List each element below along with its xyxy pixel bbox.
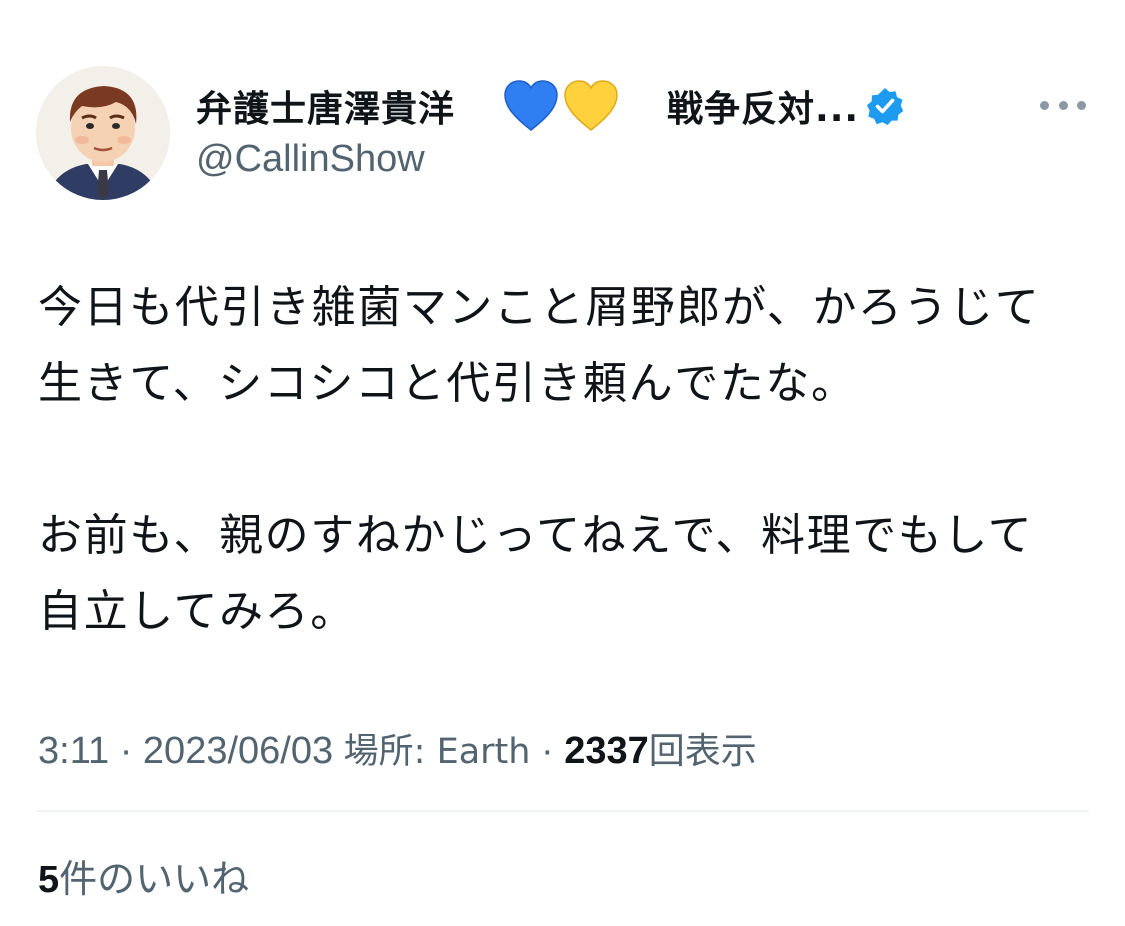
- divider: [36, 810, 1089, 812]
- user-handle[interactable]: @CallinShow: [196, 138, 425, 181]
- meta-separator: ·: [541, 730, 554, 772]
- tweet-line: 今日も代引き雑菌マンこと屑野郎が、かろうじて: [38, 282, 1041, 333]
- likes-label: 件のいいね: [59, 857, 250, 901]
- tweet-meta: 3:11 · 2023/06/03 場所: Earth · 2337回表示: [38, 722, 757, 774]
- yellow-heart-icon: [564, 80, 618, 131]
- tweet-line: 生きて、シコシコと代引き頼んでたな。: [38, 358, 857, 409]
- tweet-line: 自立してみろ。: [38, 586, 356, 637]
- likes-count: 5: [38, 859, 60, 901]
- blue-heart-icon: [504, 80, 558, 131]
- display-name: 弁護士唐澤貴洋: [196, 89, 456, 130]
- display-name-row[interactable]: 弁護士唐澤貴洋 戦争反対...: [196, 74, 905, 138]
- views-count[interactable]: 2337: [564, 730, 649, 772]
- heart-emojis: [503, 80, 623, 132]
- more-options-icon[interactable]: [1040, 98, 1086, 112]
- tweet-text: 今日も代引き雑菌マンこと屑野郎が、かろうじて 生きて、シコシコと代引き頼んでたな…: [38, 270, 1098, 650]
- views-label: 回表示: [648, 731, 757, 772]
- display-name-suffix: 戦争反対...: [667, 89, 860, 130]
- more-dot: [1040, 100, 1049, 110]
- tweet-time[interactable]: 3:11: [38, 730, 109, 772]
- tweet-place: 場所: Earth: [343, 732, 531, 772]
- verified-badge-icon: [865, 86, 905, 126]
- tweet-line: お前も、親のすねかじってねえで、料理でもして: [38, 510, 1034, 561]
- meta-separator: ·: [119, 730, 133, 772]
- avatar-illustration: [36, 66, 170, 200]
- tweet-date[interactable]: 2023/06/03: [143, 730, 333, 772]
- tweet-paragraph: 今日も代引き雑菌マンこと屑野郎が、かろうじて 生きて、シコシコと代引き頼んでたな…: [38, 270, 1098, 422]
- likes-summary[interactable]: 5件のいいね: [38, 848, 249, 903]
- tweet-detail: 弁護士唐澤貴洋 戦争反対... @CallinShow 今日も代引き雑菌マンこと…: [0, 0, 1125, 926]
- tweet-paragraph: お前も、親のすねかじってねえで、料理でもして 自立してみろ。: [38, 498, 1098, 650]
- avatar[interactable]: [36, 66, 170, 200]
- more-dot: [1077, 100, 1086, 110]
- more-dot: [1058, 100, 1068, 110]
